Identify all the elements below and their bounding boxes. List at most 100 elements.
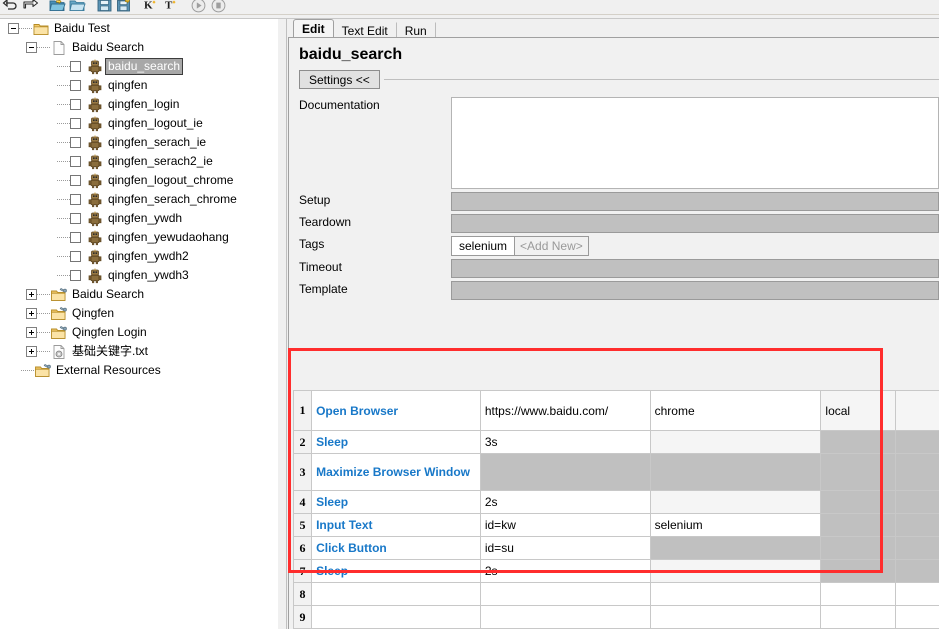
setup-field[interactable] xyxy=(451,192,939,211)
tree-node-checkbox[interactable] xyxy=(70,213,81,224)
tree-node-checkbox[interactable] xyxy=(70,99,81,110)
table-row[interactable]: 4 Sleep 2s xyxy=(292,490,939,514)
step-argument-cell[interactable] xyxy=(894,430,939,454)
expand-plus-icon[interactable] xyxy=(26,327,37,338)
step-argument-cell[interactable] xyxy=(820,453,896,491)
step-keyword-cell[interactable] xyxy=(311,582,481,606)
step-keyword-cell[interactable]: Maximize Browser Window xyxy=(311,453,481,491)
step-keyword-cell[interactable]: Sleep xyxy=(311,490,481,514)
expand-plus-icon[interactable] xyxy=(26,308,37,319)
step-argument-cell[interactable]: 3s xyxy=(479,430,651,454)
table-row[interactable]: 7 Sleep 2s xyxy=(292,559,939,583)
step-argument-cell[interactable] xyxy=(649,559,822,583)
tree-node-qingfen-serach2-ie[interactable]: qingfen_serach2_ie xyxy=(0,152,278,171)
step-argument-cell[interactable]: 2s xyxy=(479,490,651,514)
step-argument-cell[interactable] xyxy=(479,453,651,491)
step-argument-cell[interactable] xyxy=(649,430,822,454)
step-argument-cell[interactable] xyxy=(820,513,896,537)
step-argument-cell[interactable] xyxy=(649,453,822,491)
tree-node-qingfen-login[interactable]: Qingfen Login xyxy=(0,323,278,342)
tree-node-qingfen-serach-chrome[interactable]: qingfen_serach_chrome xyxy=(0,190,278,209)
tree-node-qingfen-yewudaohang[interactable]: qingfen_yewudaohang xyxy=(0,228,278,247)
tree-node-qingfen-logout-ie[interactable]: qingfen_logout_ie xyxy=(0,114,278,133)
tree-node-checkbox[interactable] xyxy=(70,156,81,167)
settings-toggle-button[interactable]: Settings << xyxy=(299,69,380,89)
tree-node-checkbox[interactable] xyxy=(70,270,81,281)
step-argument-cell[interactable] xyxy=(894,605,939,629)
tree-node-qingfen-logout-chrome[interactable]: qingfen_logout_chrome xyxy=(0,171,278,190)
table-row[interactable]: 5 Input Text id=kw selenium xyxy=(292,513,939,537)
tree-node-checkbox[interactable] xyxy=(70,251,81,262)
table-row[interactable]: 3 Maximize Browser Window xyxy=(292,453,939,491)
tree-node-qingfen-serach-ie[interactable]: qingfen_serach_ie xyxy=(0,133,278,152)
step-argument-cell[interactable] xyxy=(894,490,939,514)
step-argument-cell[interactable] xyxy=(820,490,896,514)
stop-icon[interactable] xyxy=(210,0,227,14)
step-argument-cell[interactable]: chrome xyxy=(649,390,822,431)
tag-add-new[interactable]: <Add New> xyxy=(515,236,589,256)
step-argument-cell[interactable] xyxy=(649,536,822,560)
tree-node-checkbox[interactable] xyxy=(70,80,81,91)
tree-node-baidu-search[interactable]: Baidu Search xyxy=(0,285,278,304)
tree-node-checkbox[interactable] xyxy=(70,194,81,205)
tree-node-checkbox[interactable] xyxy=(70,118,81,129)
table-row[interactable]: 2 Sleep 3s xyxy=(292,430,939,454)
timeout-field[interactable] xyxy=(451,259,939,278)
search-test-icon[interactable]: T xyxy=(163,0,180,14)
template-field[interactable] xyxy=(451,281,939,300)
step-argument-cell[interactable] xyxy=(894,582,939,606)
step-argument-cell[interactable]: selenium xyxy=(649,513,822,537)
table-row[interactable]: 8 xyxy=(292,582,939,606)
tree-node-qingfen-ywdh2[interactable]: qingfen_ywdh2 xyxy=(0,247,278,266)
step-argument-cell[interactable] xyxy=(649,605,822,629)
tree-node-baidu-search[interactable]: baidu_search xyxy=(0,57,278,76)
step-argument-cell[interactable]: https://www.baidu.com/ xyxy=(479,390,651,431)
step-argument-cell[interactable] xyxy=(479,582,651,606)
expand-plus-icon[interactable] xyxy=(26,346,37,357)
steps-table[interactable]: 1 Open Browser https://www.baidu.com/chrom… xyxy=(292,390,939,629)
collapse-minus-icon[interactable] xyxy=(26,42,37,53)
step-keyword-cell[interactable]: Input Text xyxy=(311,513,481,537)
redo-arrow-icon[interactable] xyxy=(22,0,39,14)
tree-node-checkbox[interactable] xyxy=(70,61,81,72)
step-argument-cell[interactable] xyxy=(479,605,651,629)
tab-edit[interactable]: Edit xyxy=(293,19,334,38)
tree-node-qingfen-ywdh[interactable]: qingfen_ywdh xyxy=(0,209,278,228)
step-argument-cell[interactable] xyxy=(649,582,822,606)
tree-node-baidu-search[interactable]: Baidu Search xyxy=(0,38,278,57)
save-all-icon[interactable] xyxy=(116,0,133,14)
step-argument-cell[interactable] xyxy=(820,605,896,629)
expand-plus-icon[interactable] xyxy=(26,289,37,300)
teardown-field[interactable] xyxy=(451,214,939,233)
step-argument-cell[interactable] xyxy=(820,582,896,606)
step-keyword-cell[interactable]: Click Button xyxy=(311,536,481,560)
tree-node-txt[interactable]: 基础关键字.txt xyxy=(0,342,278,361)
step-argument-cell[interactable] xyxy=(820,559,896,583)
project-tree-panel[interactable]: Baidu Test Baidu Search baidu_search qingfe… xyxy=(0,19,278,629)
tree-node-checkbox[interactable] xyxy=(70,232,81,243)
step-argument-cell[interactable]: local xyxy=(820,390,896,431)
step-argument-cell[interactable] xyxy=(649,490,822,514)
step-keyword-cell[interactable]: Open Browser xyxy=(311,390,481,431)
folder-icon[interactable] xyxy=(69,0,86,14)
step-argument-cell[interactable]: id=kw xyxy=(479,513,651,537)
step-argument-cell[interactable] xyxy=(894,559,939,583)
step-keyword-cell[interactable] xyxy=(311,605,481,629)
step-argument-cell[interactable] xyxy=(894,536,939,560)
tree-node-external-resources[interactable]: External Resources xyxy=(0,361,278,380)
run-icon[interactable] xyxy=(190,0,207,14)
save-icon[interactable] xyxy=(96,0,113,14)
step-argument-cell[interactable] xyxy=(820,536,896,560)
step-argument-cell[interactable] xyxy=(820,430,896,454)
step-keyword-cell[interactable]: Sleep xyxy=(311,559,481,583)
tree-node-qingfen-ywdh3[interactable]: qingfen_ywdh3 xyxy=(0,266,278,285)
tree-node-checkbox[interactable] xyxy=(70,175,81,186)
table-row[interactable]: 1 Open Browser https://www.baidu.com/chrom… xyxy=(292,390,939,431)
search-keyword-icon[interactable]: K xyxy=(143,0,160,14)
tree-node-checkbox[interactable] xyxy=(70,137,81,148)
tree-node-qingfen[interactable]: qingfen xyxy=(0,76,278,95)
step-argument-cell[interactable] xyxy=(894,390,939,431)
step-argument-cell[interactable] xyxy=(894,453,939,491)
open-folder-icon[interactable] xyxy=(49,0,66,14)
panel-splitter[interactable] xyxy=(278,19,288,629)
